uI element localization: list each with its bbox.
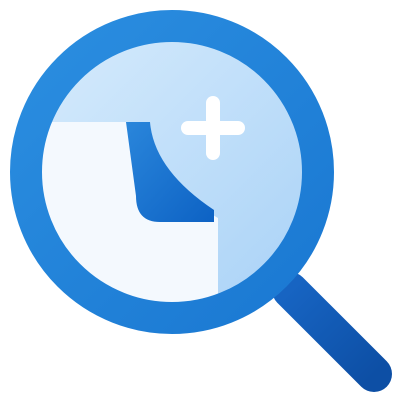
search-new-document-graphic <box>10 10 392 392</box>
magnifier-handle <box>272 272 392 392</box>
search-new-document-icon <box>0 0 400 400</box>
